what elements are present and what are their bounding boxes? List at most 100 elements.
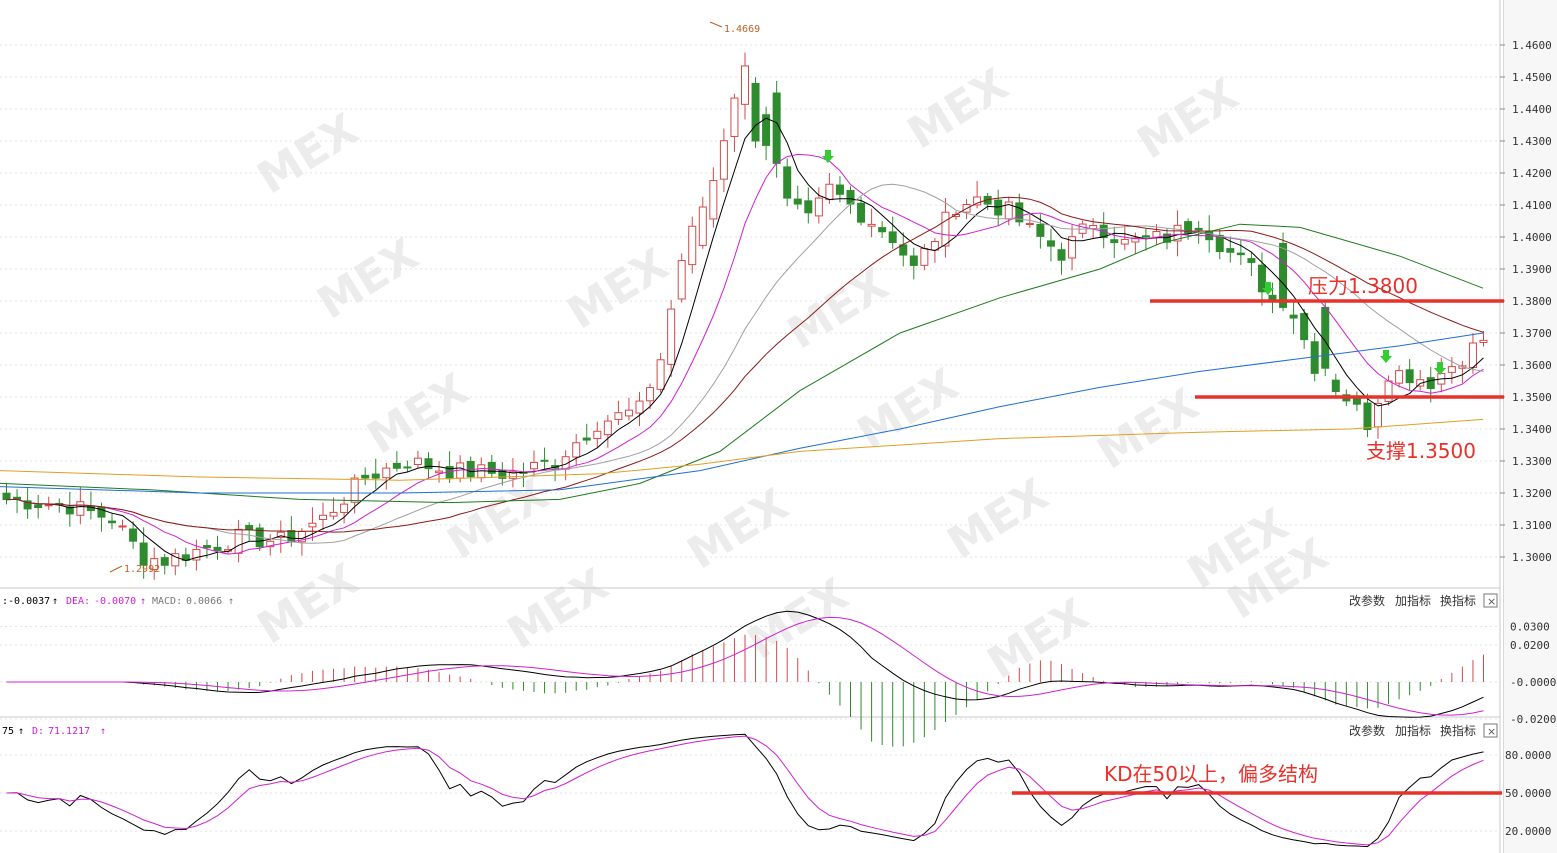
- candle: [234, 519, 243, 563]
- candle: [1331, 373, 1340, 398]
- candle: [34, 494, 43, 519]
- candle-body: [624, 409, 633, 417]
- candle-body: [1405, 369, 1414, 384]
- kd-panel[interactable]: [6, 733, 1484, 848]
- candle: [572, 434, 581, 467]
- indicator-tool-button: 改参数: [1349, 723, 1385, 738]
- signal-arrow-icon: [822, 150, 834, 163]
- candle: [108, 513, 116, 530]
- candle-body: [572, 442, 581, 458]
- candle: [1215, 229, 1224, 260]
- kd-tick-label: 50.0000: [1505, 787, 1551, 800]
- candle: [1374, 398, 1382, 439]
- high-marker-arrow: [709, 21, 723, 28]
- candle-body: [994, 199, 1003, 216]
- candle-body: [656, 359, 665, 390]
- candle-body: [129, 528, 138, 542]
- candle: [1057, 242, 1066, 275]
- price-tick-label: 1.3200: [1512, 487, 1552, 500]
- candle: [983, 192, 992, 211]
- candle: [1405, 359, 1414, 390]
- price-tick-label: 1.3400: [1512, 423, 1552, 436]
- d-line: [6, 735, 1484, 846]
- chart-canvas: MEXMEX MEX MEXMEX MEXMEX MEX MEXMEXMEXMEXMEXM…: [0, 0, 1556, 853]
- close-icon-glyph: ×: [1487, 595, 1496, 608]
- candle-body: [835, 184, 844, 195]
- candle-body: [730, 97, 739, 137]
- candle-body: [973, 196, 982, 206]
- candle-body: [1289, 314, 1298, 319]
- kd-tick-label: 80.0000: [1505, 749, 1551, 762]
- candle: [909, 247, 918, 280]
- candle-body: [783, 166, 792, 199]
- candle: [1236, 239, 1245, 266]
- candle-body: [719, 140, 728, 180]
- candle: [487, 455, 496, 478]
- candle-body: [857, 202, 866, 223]
- candle: [867, 208, 876, 238]
- candle: [1110, 226, 1119, 259]
- indicator-tool-button: 改参数: [1349, 593, 1385, 608]
- candle-body: [97, 506, 106, 518]
- price-tick-label: 1.4400: [1512, 103, 1552, 116]
- macd-hist-value: 0.0066: [186, 596, 222, 607]
- low-marker-arrow: [109, 565, 123, 573]
- candle: [1395, 365, 1404, 388]
- candle-body: [1468, 342, 1477, 368]
- close-icon-glyph: ×: [1487, 725, 1496, 738]
- candle-body: [2, 492, 11, 501]
- candle-body: [392, 462, 401, 469]
- candle-body: [1374, 402, 1382, 428]
- candle: [266, 534, 275, 556]
- indicator-tool-button: 加指标: [1395, 723, 1431, 738]
- candle: [1447, 357, 1456, 384]
- watermark-text: MEX: [249, 104, 367, 204]
- watermark-text: MEX: [979, 589, 1097, 689]
- candle: [762, 106, 771, 161]
- candle-body: [1363, 402, 1372, 431]
- candle: [371, 458, 380, 489]
- price-tick-label: 1.3800: [1512, 295, 1552, 308]
- ma120-line: [0, 332, 1484, 494]
- candle-body: [814, 197, 823, 217]
- candle: [1068, 224, 1077, 271]
- candle: [719, 128, 728, 193]
- macd-dif-value: :-0.0037: [2, 596, 50, 607]
- candle: [171, 548, 180, 576]
- candle: [424, 452, 433, 479]
- candle-body: [1110, 239, 1119, 244]
- candle: [413, 450, 422, 469]
- price-tick-label: 1.3900: [1512, 263, 1552, 276]
- candle: [44, 496, 53, 510]
- support-label: 支撑1.3500: [1366, 439, 1476, 463]
- price-tick-label: 1.3600: [1512, 359, 1552, 372]
- candle: [888, 216, 897, 249]
- candle-body: [530, 461, 538, 470]
- candle: [1099, 212, 1108, 249]
- indicator-tool-button: 换指标: [1440, 723, 1476, 738]
- candle-body: [667, 308, 676, 365]
- candle: [603, 415, 612, 448]
- candle-body: [108, 520, 116, 524]
- candle-body: [245, 525, 254, 531]
- price-tick-label: 1.4500: [1512, 71, 1552, 84]
- candle-body: [825, 183, 834, 201]
- macd-tick-label: 0.0300: [1510, 621, 1550, 634]
- candle: [1352, 391, 1361, 411]
- watermark-text: MEX: [559, 239, 677, 339]
- candle-body: [1426, 377, 1435, 390]
- price-tick-label: 1.4600: [1512, 39, 1552, 52]
- candle: [319, 502, 327, 531]
- candle-body: [920, 247, 929, 266]
- indicator-tool-button: 加指标: [1395, 593, 1431, 608]
- candle-body: [614, 412, 623, 420]
- candle: [656, 352, 665, 393]
- up-arrow-icon: ↑: [100, 726, 106, 737]
- candle-body: [909, 255, 918, 266]
- indicator-header-layer: :-0.0037 ↑ DEA: -0.0070 ↑ MACD: 0.0066 ↑ 改参数 加指标换…: [2, 593, 1498, 738]
- candle: [308, 507, 317, 541]
- up-arrow-icon: ↑: [228, 596, 234, 607]
- kd-tick-label: 20.0000: [1505, 825, 1551, 838]
- candle-body: [139, 542, 148, 566]
- candle-body: [1215, 234, 1224, 253]
